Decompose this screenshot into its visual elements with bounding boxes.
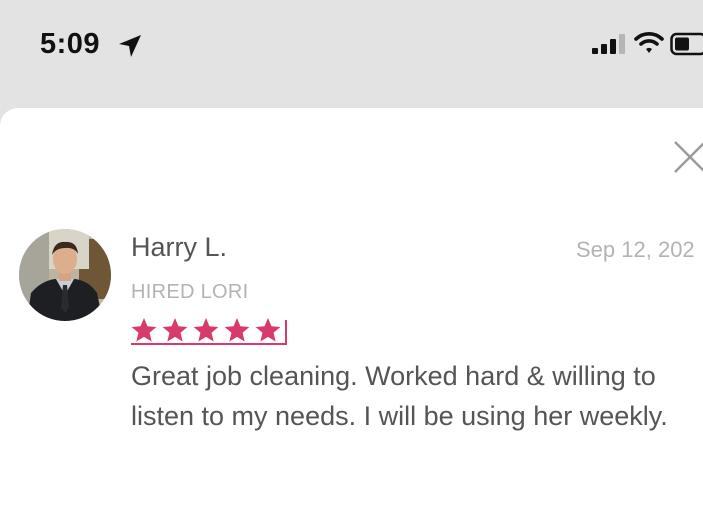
status-bar: 5:09 xyxy=(0,0,703,95)
rating-end-bar xyxy=(285,320,287,345)
review-date: Sep 12, 202 xyxy=(576,237,695,263)
reviewer-avatar xyxy=(19,229,111,321)
review-sheet xyxy=(0,108,703,508)
rating-underline xyxy=(131,343,286,345)
status-time: 5:09 xyxy=(40,28,100,61)
hired-label: HIRED LORI xyxy=(131,281,248,304)
battery-icon xyxy=(670,32,703,56)
star-icon xyxy=(225,318,250,342)
star-rating xyxy=(131,318,287,346)
location-arrow-icon xyxy=(117,33,143,59)
cellular-signal-icon xyxy=(590,32,626,56)
star-icon xyxy=(256,318,281,342)
close-icon[interactable] xyxy=(673,140,703,174)
review-text: Great job cleaning. Worked hard & willin… xyxy=(131,356,703,436)
reviewer-name: Harry L. xyxy=(131,232,227,263)
wifi-icon xyxy=(634,30,664,56)
star-icon xyxy=(194,318,219,342)
star-icon xyxy=(132,318,157,342)
star-icon xyxy=(163,318,188,342)
